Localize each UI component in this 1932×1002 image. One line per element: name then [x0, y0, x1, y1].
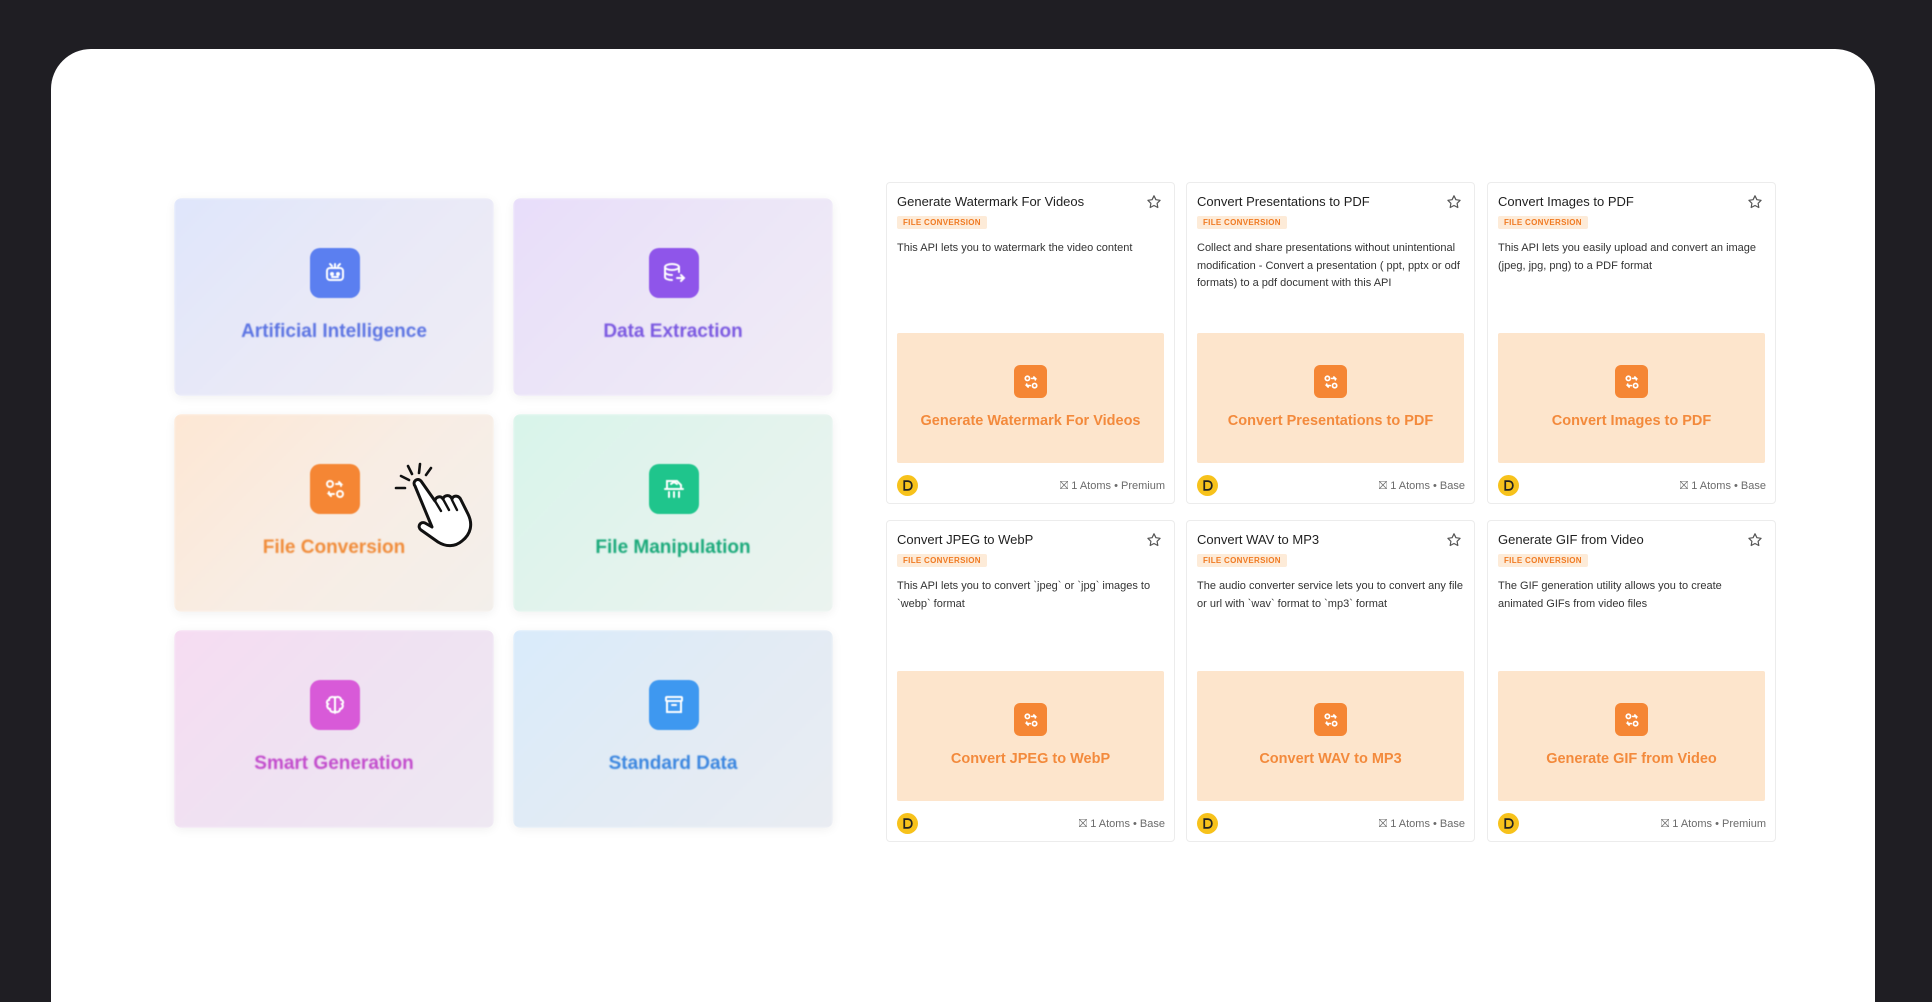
- category-tag: FILE CONVERSION: [897, 216, 987, 229]
- category-data-extraction[interactable]: Data Extraction: [513, 198, 833, 396]
- provider-avatar: [1197, 475, 1218, 496]
- thumbnail-label: Convert WAV to MP3: [1259, 751, 1402, 767]
- file-conversion-icon: [1014, 703, 1047, 736]
- provider-avatar: [897, 813, 918, 834]
- api-card-description: Collect and share presentations without …: [1197, 242, 1460, 289]
- api-card-meta: ⛝ 1 Atoms • Base: [1379, 480, 1465, 493]
- api-card-thumbnail[interactable]: Generate Watermark For Videos: [897, 333, 1164, 463]
- star-icon[interactable]: [1747, 194, 1763, 210]
- api-card-title: Convert Images to PDF: [1498, 194, 1634, 209]
- star-icon[interactable]: [1146, 532, 1162, 548]
- database-export-icon: [649, 248, 699, 298]
- category-tag: FILE CONVERSION: [1498, 216, 1588, 229]
- api-card-meta: ⛝ 1 Atoms • Premium: [1661, 818, 1766, 831]
- star-icon[interactable]: [1146, 194, 1162, 210]
- brain-icon: [310, 680, 360, 730]
- api-card[interactable]: Convert Presentations to PDF FILE CONVER…: [1186, 182, 1475, 504]
- pointer-hand-cursor-icon: [394, 462, 473, 548]
- category-label: Smart Generation: [254, 753, 414, 774]
- api-card-description: The audio converter service lets you to …: [1197, 580, 1463, 610]
- category-tag: FILE CONVERSION: [897, 554, 987, 567]
- robot-icon: [310, 248, 360, 298]
- atoms-icon: ⛝: [1679, 480, 1692, 492]
- category-file-manipulation[interactable]: File Manipulation: [513, 414, 833, 612]
- atoms-icon: ⛝: [1059, 480, 1072, 492]
- meta-text: 1 Atoms • Base: [1691, 480, 1766, 492]
- atoms-icon: ⛝: [1378, 818, 1391, 830]
- api-card-thumbnail[interactable]: Convert JPEG to WebP: [897, 671, 1164, 801]
- thumbnail-label: Convert JPEG to WebP: [950, 751, 1111, 767]
- star-icon[interactable]: [1747, 532, 1763, 548]
- atoms-icon: ⛝: [1660, 818, 1673, 830]
- category-tag: FILE CONVERSION: [1197, 216, 1287, 229]
- api-card-title: Convert JPEG to WebP: [897, 532, 1034, 547]
- api-card-thumbnail[interactable]: Convert WAV to MP3: [1197, 671, 1464, 801]
- provider-avatar: [897, 475, 918, 496]
- star-icon[interactable]: [1446, 194, 1462, 210]
- file-edit-icon: [649, 464, 699, 514]
- file-conversion-icon: [1615, 365, 1648, 398]
- atoms-icon: ⛝: [1078, 818, 1091, 830]
- api-card-meta: ⛝ 1 Atoms • Premium: [1060, 480, 1165, 493]
- category-label: File Manipulation: [595, 537, 751, 558]
- thumbnail-label: Generate GIF from Video: [1546, 751, 1717, 767]
- api-card-meta: ⛝ 1 Atoms • Base: [1379, 818, 1465, 831]
- file-conversion-icon: [1314, 703, 1347, 736]
- api-card[interactable]: Convert JPEG to WebP FILE CONVERSION Thi…: [886, 520, 1175, 842]
- file-conversion-icon: [1014, 365, 1047, 398]
- category-label: Artificial Intelligence: [241, 321, 427, 342]
- category-label: Data Extraction: [603, 321, 743, 342]
- api-card-description: The GIF generation utility allows you to…: [1498, 580, 1722, 610]
- api-card-thumbnail[interactable]: Convert Images to PDF: [1498, 333, 1765, 463]
- thumbnail-label: Convert Presentations to PDF: [1227, 413, 1434, 429]
- api-card-thumbnail[interactable]: Generate GIF from Video: [1498, 671, 1765, 801]
- provider-avatar: [1498, 813, 1519, 834]
- provider-avatar: [1498, 475, 1519, 496]
- api-card[interactable]: Convert WAV to MP3 FILE CONVERSION The a…: [1186, 520, 1475, 842]
- meta-text: 1 Atoms • Base: [1390, 818, 1465, 830]
- archive-icon: [649, 680, 699, 730]
- thumbnail-label: Convert Images to PDF: [1551, 413, 1712, 429]
- api-card-title: Convert Presentations to PDF: [1197, 194, 1370, 209]
- api-card-title: Convert WAV to MP3: [1197, 532, 1320, 547]
- atoms-icon: ⛝: [1378, 480, 1391, 492]
- api-card-meta: ⛝ 1 Atoms • Base: [1079, 818, 1165, 831]
- category-artificial-intelligence[interactable]: Artificial Intelligence: [174, 198, 494, 396]
- star-icon[interactable]: [1446, 532, 1462, 548]
- category-tag: FILE CONVERSION: [1197, 554, 1287, 567]
- api-card[interactable]: Generate Watermark For Videos FILE CONVE…: [886, 182, 1175, 504]
- file-conversion-icon: [1314, 365, 1347, 398]
- api-card-meta: ⛝ 1 Atoms • Base: [1680, 480, 1766, 493]
- api-card-description: This API lets you easily upload and conv…: [1498, 242, 1757, 272]
- meta-text: 1 Atoms • Base: [1390, 480, 1465, 492]
- file-conversion-icon: [1615, 703, 1648, 736]
- category-tag: FILE CONVERSION: [1498, 554, 1588, 567]
- category-grid: Artificial Intelligence Data Extraction …: [174, 198, 833, 828]
- api-card-description: This API lets you to watermark the video…: [897, 242, 1133, 254]
- category-smart-generation[interactable]: Smart Generation: [174, 630, 494, 828]
- file-conversion-icon: [310, 464, 360, 514]
- meta-text: 1 Atoms • Premium: [1071, 480, 1165, 492]
- category-standard-data[interactable]: Standard Data: [513, 630, 833, 828]
- meta-text: 1 Atoms • Base: [1090, 818, 1165, 830]
- api-card-title: Generate Watermark For Videos: [897, 194, 1085, 209]
- thumbnail-label: Generate Watermark For Videos: [920, 413, 1141, 429]
- meta-text: 1 Atoms • Premium: [1672, 818, 1766, 830]
- api-card[interactable]: Convert Images to PDF FILE CONVERSION Th…: [1487, 182, 1776, 504]
- api-card-title: Generate GIF from Video: [1498, 532, 1644, 547]
- api-card[interactable]: Generate GIF from Video FILE CONVERSION …: [1487, 520, 1776, 842]
- provider-avatar: [1197, 813, 1218, 834]
- api-card-description: This API lets you to convert `jpeg` or `…: [897, 580, 1151, 610]
- category-label: Standard Data: [608, 753, 738, 774]
- api-card-thumbnail[interactable]: Convert Presentations to PDF: [1197, 333, 1464, 463]
